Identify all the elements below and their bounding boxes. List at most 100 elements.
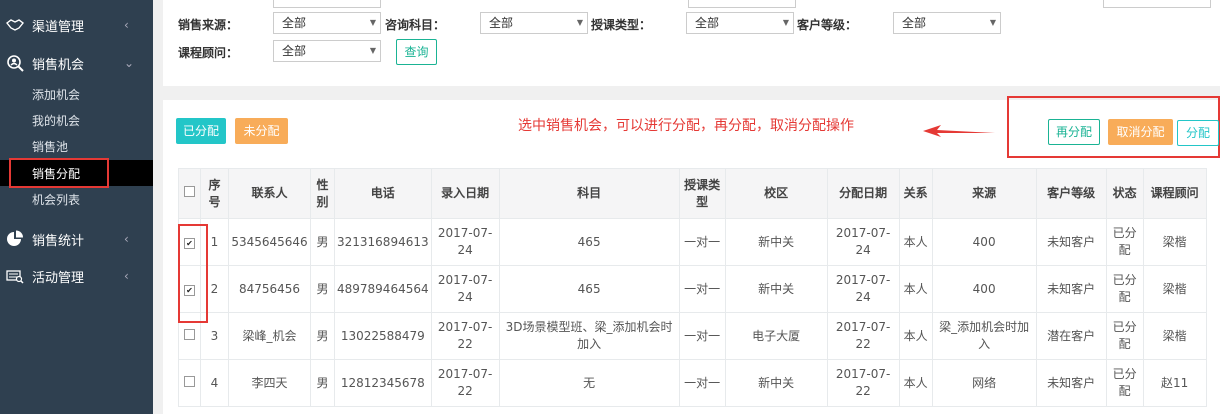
- menu-sales-opportunity[interactable]: 销售机会 ⌄: [0, 45, 153, 81]
- column-header: 分配日期: [826, 168, 900, 219]
- cell-type: 一对一: [678, 312, 726, 360]
- cell-subject: 465: [498, 218, 680, 266]
- cell-subject: 465: [498, 265, 680, 313]
- menu-label: 销售机会: [32, 57, 85, 73]
- filter-label-advisor: 课程顾问：: [178, 46, 239, 60]
- column-header: 关系: [898, 168, 933, 219]
- cell-gender: 男: [310, 265, 335, 313]
- cell-phone: 489789464564: [334, 265, 432, 313]
- sub-item-sales-pool[interactable]: 销售池: [0, 133, 153, 159]
- arrow-left-icon: [923, 125, 995, 137]
- column-header: 电话: [334, 168, 432, 219]
- row-checkbox[interactable]: [184, 328, 195, 340]
- sub-item-opportunity-list[interactable]: 机会列表: [0, 186, 153, 212]
- cell-advisor: 赵11: [1142, 359, 1207, 407]
- cell-assign-date: 2017-07-22: [826, 312, 900, 360]
- cell-campus: 新中关: [724, 218, 828, 266]
- cell-phone: 13022588479: [334, 312, 432, 360]
- column-header: 来源: [931, 168, 1037, 219]
- filter-teach-type-select[interactable]: 全部 ▼: [686, 12, 794, 34]
- highlight-box: [9, 158, 109, 188]
- filter-select-hidden-2[interactable]: [688, 0, 796, 8]
- filter-source-select[interactable]: 全部 ▼: [273, 12, 381, 34]
- filter-level-select[interactable]: 全部 ▼: [893, 12, 1001, 34]
- cell-gender: 男: [310, 312, 335, 360]
- cell-contact: 84756456: [228, 265, 311, 313]
- filter-label-subject: 咨询科目：: [385, 18, 446, 32]
- filter-panel: 销售来源： 全部 ▼ 咨询科目： 全部 ▼ 授课类型： 全部 ▼ 客户等级： 全部 ▼ …: [163, 0, 1220, 86]
- table-row[interactable]: ✔ 1 5345645646 男 321316894613 2017-07-24…: [178, 218, 1207, 266]
- filter-label-source: 销售来源：: [178, 18, 239, 32]
- caret-down-icon: ▼: [989, 18, 996, 27]
- cell-source: 网络: [931, 359, 1037, 407]
- opportunity-table: 序号 联系人 性别 电话 录入日期 科目 授课类型 校区 分配日期 关系 来源 …: [178, 168, 1207, 407]
- cell-status: 已分配: [1105, 359, 1144, 407]
- sub-item-add-opportunity[interactable]: 添加机会: [0, 81, 153, 107]
- cell-assign-date: 2017-07-22: [826, 359, 900, 407]
- menu-channel-management[interactable]: 渠道管理 ‹: [0, 7, 153, 43]
- select-all-checkbox[interactable]: [178, 168, 201, 219]
- cell-level: 未知客户: [1035, 265, 1107, 313]
- menu-sales-statistics[interactable]: 销售统计 ‹: [0, 221, 153, 257]
- main-content: 销售来源： 全部 ▼ 咨询科目： 全部 ▼ 授课类型： 全部 ▼ 客户等级： 全部 ▼ …: [163, 0, 1220, 414]
- column-header: 客户等级: [1035, 168, 1107, 219]
- unassigned-button[interactable]: 未分配: [235, 118, 288, 144]
- table-row[interactable]: ✔ 2 84756456 男 489789464564 2017-07-24 4…: [178, 265, 1207, 313]
- cell-assign-date: 2017-07-24: [826, 265, 900, 313]
- reassign-button[interactable]: 再分配: [1048, 119, 1100, 145]
- table-row[interactable]: 4 李四天 男 12812345678 2017-07-22 无 一对一 新中关…: [178, 359, 1207, 407]
- chevron-left-icon: ‹: [124, 18, 129, 32]
- sub-item-my-opportunity[interactable]: 我的机会: [0, 107, 153, 133]
- filter-select-hidden-1[interactable]: [273, 0, 381, 8]
- cell-relation: 本人: [898, 312, 933, 360]
- filter-subject-select[interactable]: 全部 ▼: [480, 12, 588, 34]
- cell-gender: 男: [310, 359, 335, 407]
- filter-advisor-select[interactable]: 全部 ▼: [273, 40, 381, 62]
- cell-date: 2017-07-24: [430, 265, 500, 313]
- table-row[interactable]: 3 梁峰_机会 男 13022588479 2017-07-22 3D场景模型班…: [178, 312, 1207, 360]
- assigned-button[interactable]: 已分配: [176, 118, 226, 144]
- cell-contact: 梁峰_机会: [228, 312, 311, 360]
- handshake-icon: [6, 16, 24, 34]
- cell-date: 2017-07-24: [430, 218, 500, 266]
- assign-button[interactable]: 分配: [1177, 120, 1219, 146]
- cell-status: 已分配: [1105, 218, 1144, 266]
- cell-type: 一对一: [678, 265, 726, 313]
- caret-down-icon: ▼: [369, 18, 376, 27]
- column-header: 状态: [1105, 168, 1144, 219]
- column-header: 科目: [498, 168, 680, 219]
- cell-no: 4: [200, 359, 229, 407]
- cell-source: 400: [931, 265, 1037, 313]
- list-panel: 已分配 未分配 选中销售机会，可以进行分配，再分配，取消分配操作 再分配 取消分…: [163, 96, 1220, 414]
- cell-contact: 李四天: [228, 359, 311, 407]
- highlight-box: [178, 224, 208, 323]
- cell-advisor: 梁楷: [1142, 218, 1207, 266]
- filter-label-level: 客户等级：: [797, 18, 858, 32]
- cell-date: 2017-07-22: [430, 359, 500, 407]
- menu-label: 活动管理: [32, 270, 85, 286]
- cell-relation: 本人: [898, 218, 933, 266]
- keyboard-search-icon: [6, 267, 24, 285]
- cell-subject: 3D场景模型班、梁_添加机会时加入: [498, 312, 680, 360]
- cell-relation: 本人: [898, 359, 933, 407]
- cell-campus: 电子大厦: [724, 312, 828, 360]
- pie-chart-icon: [6, 230, 24, 248]
- cell-assign-date: 2017-07-24: [826, 218, 900, 266]
- column-header: 课程顾问: [1142, 168, 1207, 219]
- cell-type: 一对一: [678, 359, 726, 407]
- cell-source: 400: [931, 218, 1037, 266]
- menu-activity-management[interactable]: 活动管理 ‹: [0, 258, 153, 294]
- checkbox[interactable]: [184, 186, 195, 197]
- table-header-row: 序号 联系人 性别 电话 录入日期 科目 授课类型 校区 分配日期 关系 来源 …: [178, 168, 1207, 219]
- column-header: 授课类型: [678, 168, 726, 219]
- chevron-left-icon: ‹: [124, 232, 129, 246]
- filter-select-hidden-3[interactable]: [1103, 0, 1211, 8]
- cell-advisor: 梁楷: [1142, 312, 1207, 360]
- row-checkbox[interactable]: [184, 375, 195, 387]
- cell-source: 梁_添加机会时加入: [931, 312, 1037, 360]
- sidebar: 渠道管理 ‹ 销售机会 ⌄ 添加机会 我的机会 销售池 销售分配 机会列表 销售…: [0, 0, 153, 414]
- menu-label: 销售统计: [32, 233, 85, 249]
- cancel-assign-button[interactable]: 取消分配: [1108, 119, 1173, 145]
- query-button[interactable]: 查询: [396, 39, 437, 65]
- search-person-icon: [6, 54, 24, 72]
